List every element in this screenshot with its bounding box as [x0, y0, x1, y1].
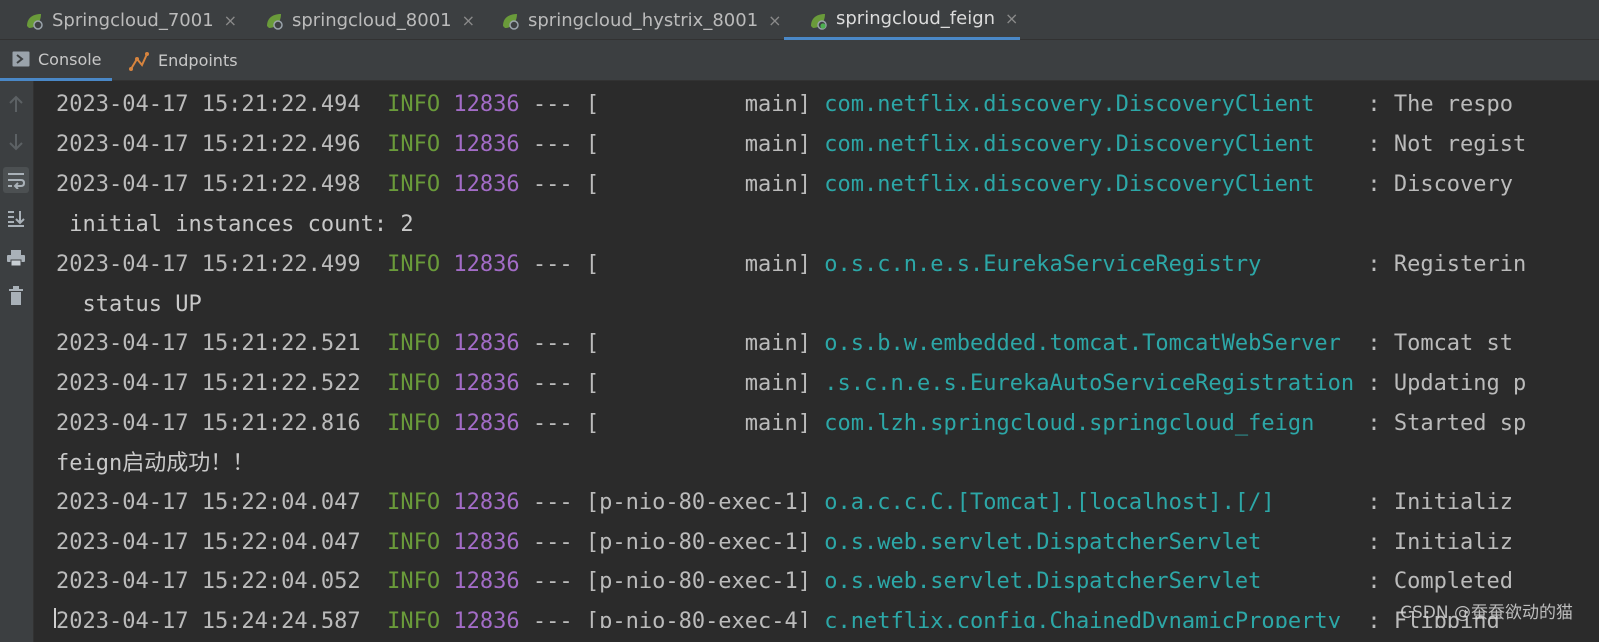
log-line: 2023-04-17 15:21:22.494 INFO 12836 --- [… [56, 92, 1514, 117]
endpoints-label: Endpoints [158, 51, 238, 70]
spring-boot-icon [503, 14, 519, 30]
horizontal-scrollbar[interactable] [34, 628, 1599, 642]
log-line: 2023-04-17 15:21:22.522 INFO 12836 --- [… [56, 371, 1527, 396]
log-stdout-line: feign启动成功！！ [56, 451, 255, 476]
spring-boot-running-icon [811, 14, 827, 30]
console-action-gutter [0, 81, 34, 642]
log-line: 2023-04-17 15:21:22.496 INFO 12836 --- [… [56, 132, 1527, 157]
print-icon[interactable] [3, 245, 29, 271]
tab-console[interactable]: Console [0, 40, 112, 81]
tab-label: springcloud_feign [836, 8, 996, 29]
tab-label: Springcloud_7001 [52, 9, 214, 31]
log-line: 2023-04-17 15:21:22.521 INFO 12836 --- [… [56, 331, 1514, 356]
log-continuation: status UP [56, 292, 202, 317]
close-icon[interactable]: × [768, 11, 781, 30]
console-icon [12, 51, 30, 67]
tab-label: springcloud_hystrix_8001 [528, 9, 759, 31]
tab-endpoints[interactable]: Endpoints [128, 40, 248, 81]
spring-boot-icon [267, 14, 283, 30]
log-line: 2023-04-17 15:22:04.047 INFO 12836 --- [… [56, 490, 1514, 515]
tab-springcloud-7001[interactable]: Springcloud_7001 × [0, 0, 240, 40]
soft-wrap-icon[interactable] [3, 167, 29, 193]
tool-window-toolbar: Console Endpoints [0, 40, 1599, 81]
tab-springcloud-hystrix-8001[interactable]: springcloud_hystrix_8001 × [476, 0, 784, 40]
endpoints-icon [129, 51, 149, 71]
run-tabs-bar: Springcloud_7001 × springcloud_8001 × sp… [0, 0, 1599, 40]
log-line: 2023-04-17 15:22:04.052 INFO 12836 --- [… [56, 569, 1514, 594]
scroll-to-end-icon[interactable] [3, 205, 29, 231]
close-icon[interactable]: × [224, 11, 237, 30]
log-continuation: initial instances count: 2 [56, 212, 414, 237]
log-line: 2023-04-17 15:21:22.816 INFO 12836 --- [… [56, 411, 1527, 436]
tab-springcloud-feign[interactable]: springcloud_feign × [784, 0, 1020, 40]
watermark: CSDN @蚕蚕欲动的猫 [1400, 603, 1573, 623]
close-icon[interactable]: × [1005, 9, 1018, 28]
up-arrow-icon[interactable] [3, 91, 29, 117]
console-output[interactable]: 2023-04-17 15:21:22.494 INFO 12836 --- [… [34, 81, 1599, 642]
log-line: 2023-04-17 15:21:22.498 INFO 12836 --- [… [56, 172, 1514, 197]
spring-boot-icon [27, 14, 43, 30]
close-icon[interactable]: × [462, 11, 475, 30]
tab-label: springcloud_8001 [292, 9, 452, 31]
tab-springcloud-8001[interactable]: springcloud_8001 × [240, 0, 476, 40]
trash-icon[interactable] [3, 283, 29, 309]
console-label: Console [38, 49, 102, 69]
down-arrow-icon[interactable] [3, 129, 29, 155]
log-line: 2023-04-17 15:22:04.047 INFO 12836 --- [… [56, 530, 1514, 555]
log-line: 2023-04-17 15:21:22.499 INFO 12836 --- [… [56, 252, 1527, 277]
